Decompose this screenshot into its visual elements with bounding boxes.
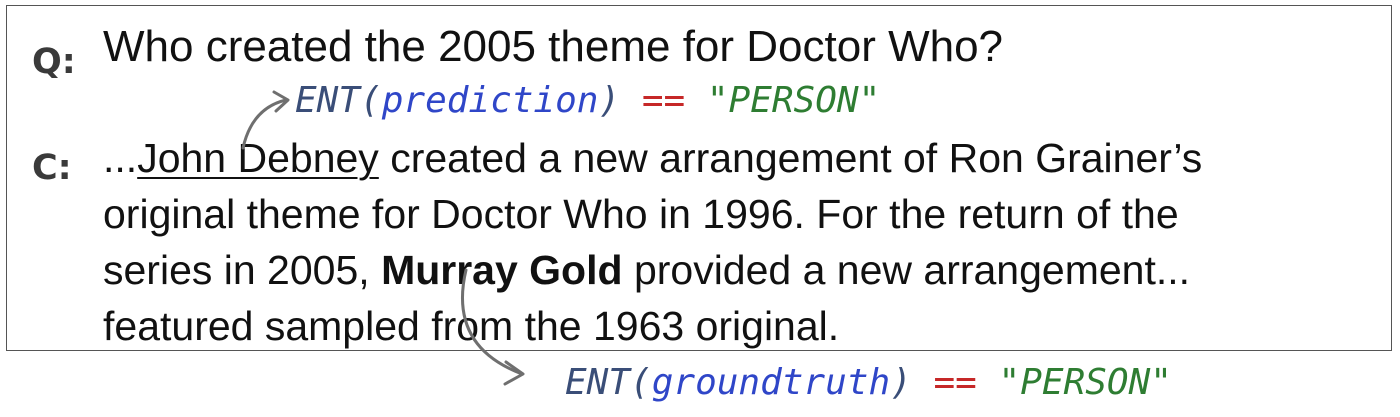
groundtruth-arrow-icon [461,268,524,376]
annotation-arrows [241,90,525,386]
groundtruth-arrowhead-icon [503,360,525,386]
